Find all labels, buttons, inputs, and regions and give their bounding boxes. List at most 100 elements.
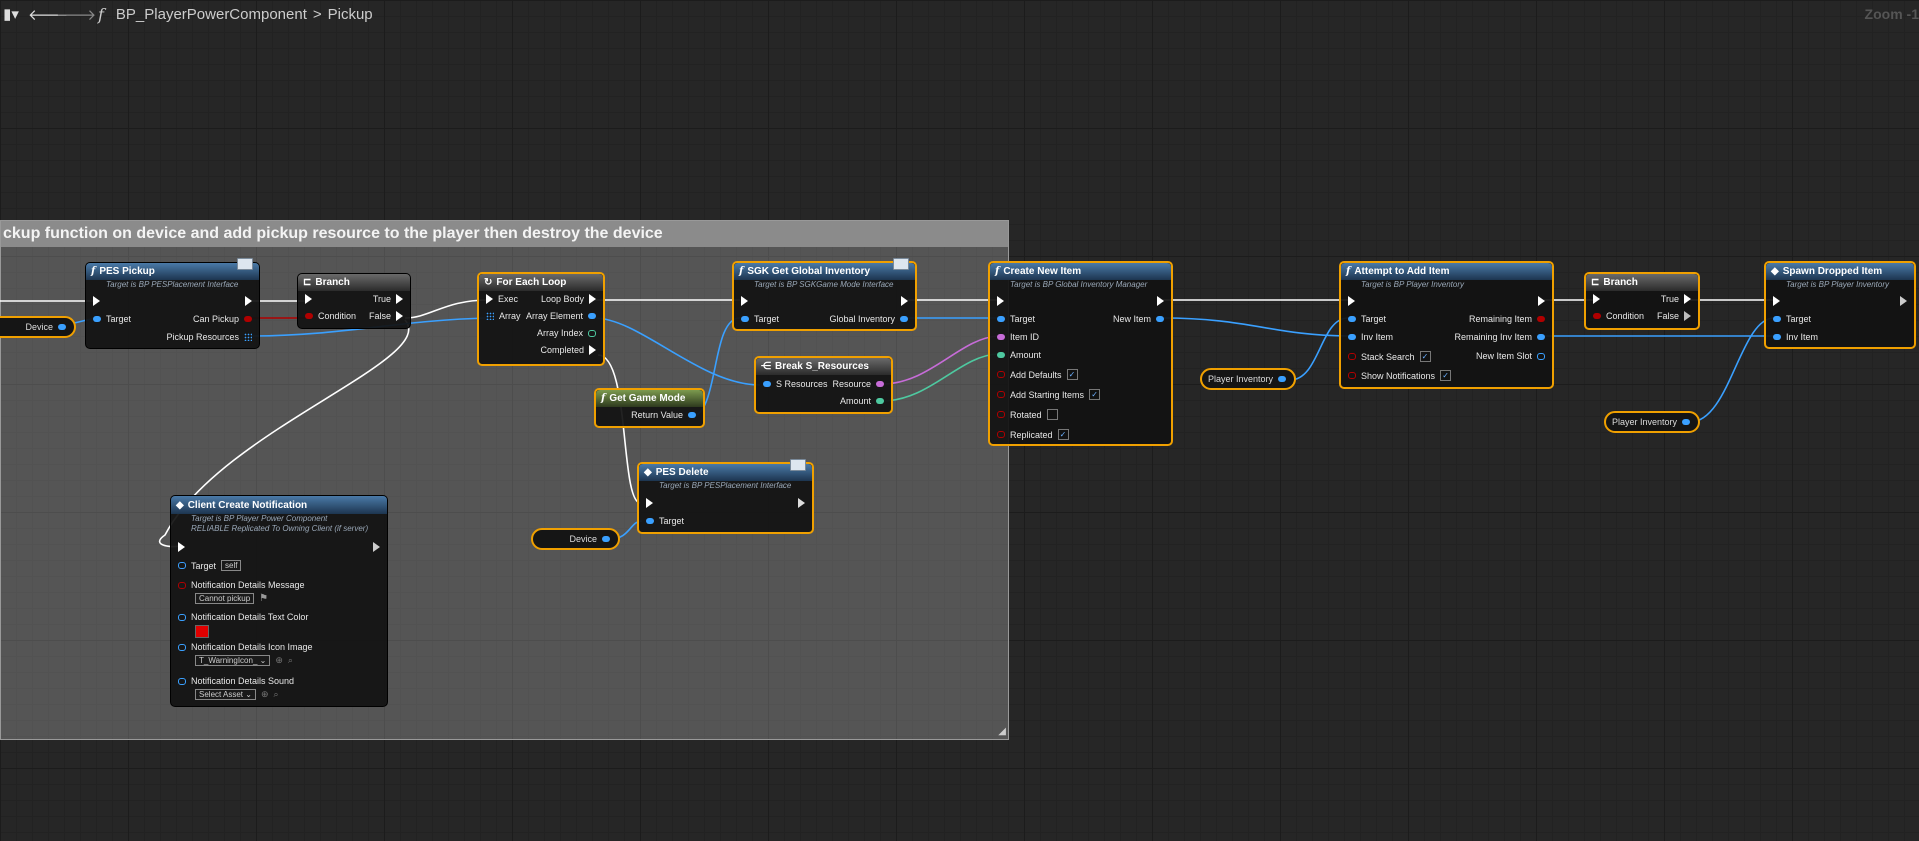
flag-icon[interactable]: ⚑ <box>259 593 268 604</box>
item-id-label: Item ID <box>1010 332 1040 342</box>
target-pin[interactable] <box>741 316 749 322</box>
amount-pin[interactable] <box>876 398 884 404</box>
add-defaults-pin[interactable] <box>997 371 1005 378</box>
rotated-checkbox[interactable] <box>1046 409 1058 420</box>
icon-image-select[interactable]: T_WarningIcon_ ⌄ <box>195 655 271 666</box>
remaining-inv-item-pin[interactable] <box>1537 334 1545 340</box>
target-self-value[interactable]: self <box>221 560 242 571</box>
spawn-dropped-item-node[interactable]: ◆ Spawn Dropped Item Target is BP Player … <box>1764 261 1916 349</box>
target-label: Target <box>1010 314 1036 324</box>
true-exec-pin[interactable] <box>1684 294 1691 304</box>
attempt-to-add-item-node[interactable]: f Attempt to Add Item Target is BP Player… <box>1339 261 1554 389</box>
for-each-loop-node[interactable]: ↻ For Each Loop Exec Loop Body Array Arra… <box>477 272 605 366</box>
replicated-pin[interactable] <box>997 431 1005 438</box>
text-color-pin[interactable] <box>178 613 186 621</box>
exec-in-pin[interactable] <box>178 542 185 552</box>
target-pin[interactable] <box>1773 316 1781 322</box>
device-output-pin[interactable] <box>58 324 66 330</box>
use-asset-icon[interactable]: ⊕ <box>275 655 283 666</box>
target-pin[interactable] <box>93 316 101 322</box>
exec-out-pin[interactable] <box>373 542 380 552</box>
exec-in-pin[interactable] <box>997 296 1004 306</box>
s-resources-pin[interactable] <box>763 381 771 387</box>
inv-item-pin[interactable] <box>1348 334 1356 340</box>
array-in-pin-icon[interactable] <box>486 312 494 320</box>
show-notifications-pin[interactable] <box>1348 372 1356 379</box>
loop-body-pin[interactable] <box>589 294 596 304</box>
target-pin[interactable] <box>178 562 186 569</box>
exec-out-pin[interactable] <box>798 498 805 508</box>
create-new-item-node[interactable]: f Create New Item Target is BP Global Inv… <box>988 261 1173 446</box>
exec-out-pin[interactable] <box>1157 296 1164 306</box>
stack-search-pin[interactable] <box>1348 353 1356 360</box>
player-inventory-output-pin[interactable] <box>1278 376 1286 382</box>
branch-node-2[interactable]: ⊏ Branch True Condition False <box>1584 272 1700 330</box>
browse-icon[interactable]: ⌕ <box>288 655 293 666</box>
stack-search-label: Stack Search <box>1361 351 1415 362</box>
global-inventory-pin[interactable] <box>900 316 908 322</box>
stack-search-checkbox[interactable]: ✓ <box>1419 351 1431 362</box>
target-pin[interactable] <box>646 518 654 524</box>
rotated-pin[interactable] <box>997 411 1005 418</box>
resource-pin[interactable] <box>876 381 884 387</box>
pes-delete-node[interactable]: ◆ PES Delete Target is BP PESPlacement In… <box>637 459 814 534</box>
can-pickup-pin[interactable] <box>244 316 252 322</box>
inv-item-pin[interactable] <box>1773 334 1781 340</box>
false-exec-pin[interactable] <box>1684 311 1691 321</box>
true-exec-pin[interactable] <box>396 294 403 304</box>
player-inventory-variable-node[interactable]: Player Inventory <box>1200 368 1296 390</box>
use-asset-icon[interactable]: ⊕ <box>261 689 269 700</box>
exec-in-pin[interactable] <box>486 294 493 304</box>
device-variable-node[interactable]: Device <box>0 316 76 338</box>
exec-out-pin[interactable] <box>1900 296 1907 306</box>
exec-out-pin[interactable] <box>901 296 908 306</box>
sound-pin[interactable] <box>178 677 186 685</box>
browse-icon[interactable]: ⌕ <box>274 689 279 700</box>
replicated-checkbox[interactable]: ✓ <box>1057 429 1069 440</box>
target-pin[interactable] <box>997 316 1005 322</box>
exec-in-pin[interactable] <box>646 498 653 508</box>
exec-out-pin[interactable] <box>245 296 252 306</box>
array-pin-icon[interactable] <box>244 333 252 341</box>
exec-in-pin[interactable] <box>305 294 312 304</box>
sgk-get-global-inventory-node[interactable]: f SGK Get Global Inventory Target is BP S… <box>732 258 917 331</box>
show-notifications-checkbox[interactable]: ✓ <box>1440 370 1452 381</box>
pes-pickup-node[interactable]: f PES Pickup Target is BP PESPlacement In… <box>85 258 260 349</box>
array-element-pin[interactable] <box>588 313 596 319</box>
exec-in-pin[interactable] <box>1593 294 1600 304</box>
text-color-swatch[interactable] <box>195 625 209 638</box>
icon-image-pin[interactable] <box>178 643 186 651</box>
new-item-slot-pin[interactable] <box>1537 352 1545 360</box>
new-item-pin[interactable] <box>1156 316 1164 322</box>
message-input[interactable]: Cannot pickup <box>195 593 255 604</box>
exec-in-pin[interactable] <box>741 296 748 306</box>
break-s-resources-node[interactable]: ⋲ Break S_Resources S Resources Resource … <box>754 356 893 414</box>
condition-pin[interactable] <box>1593 313 1601 319</box>
completed-pin[interactable] <box>589 345 596 355</box>
item-id-pin[interactable] <box>997 334 1005 340</box>
add-defaults-checkbox[interactable]: ✓ <box>1066 369 1078 380</box>
function-icon: f <box>601 393 606 404</box>
player-inventory-variable-node-2[interactable]: Player Inventory <box>1604 411 1700 433</box>
remaining-item-pin[interactable] <box>1537 316 1545 322</box>
false-exec-pin[interactable] <box>396 311 403 321</box>
amount-pin[interactable] <box>997 352 1005 358</box>
exec-in-pin[interactable] <box>93 296 100 306</box>
sound-select[interactable]: Select Asset ⌄ <box>195 689 256 700</box>
exec-in-pin[interactable] <box>1348 296 1355 306</box>
add-starting-items-pin[interactable] <box>997 391 1005 398</box>
target-pin[interactable] <box>1348 316 1356 322</box>
exec-in-pin[interactable] <box>1773 296 1780 306</box>
client-create-notification-node[interactable]: ◆ Client Create Notification Target is BP… <box>170 495 388 707</box>
condition-pin[interactable] <box>305 313 313 319</box>
exec-out-pin[interactable] <box>1538 296 1545 306</box>
device-variable-node-2[interactable]: Device <box>531 528 620 550</box>
device-output-pin[interactable] <box>602 536 610 542</box>
get-game-mode-node[interactable]: f Get Game Mode Return Value <box>594 388 705 428</box>
return-value-pin[interactable] <box>688 412 696 418</box>
branch-node[interactable]: ⊏ Branch True Condition False <box>297 273 411 329</box>
add-starting-items-checkbox[interactable]: ✓ <box>1089 389 1101 400</box>
player-inventory-output-pin[interactable] <box>1682 419 1690 425</box>
array-index-pin[interactable] <box>588 329 596 337</box>
message-pin[interactable] <box>178 581 186 589</box>
